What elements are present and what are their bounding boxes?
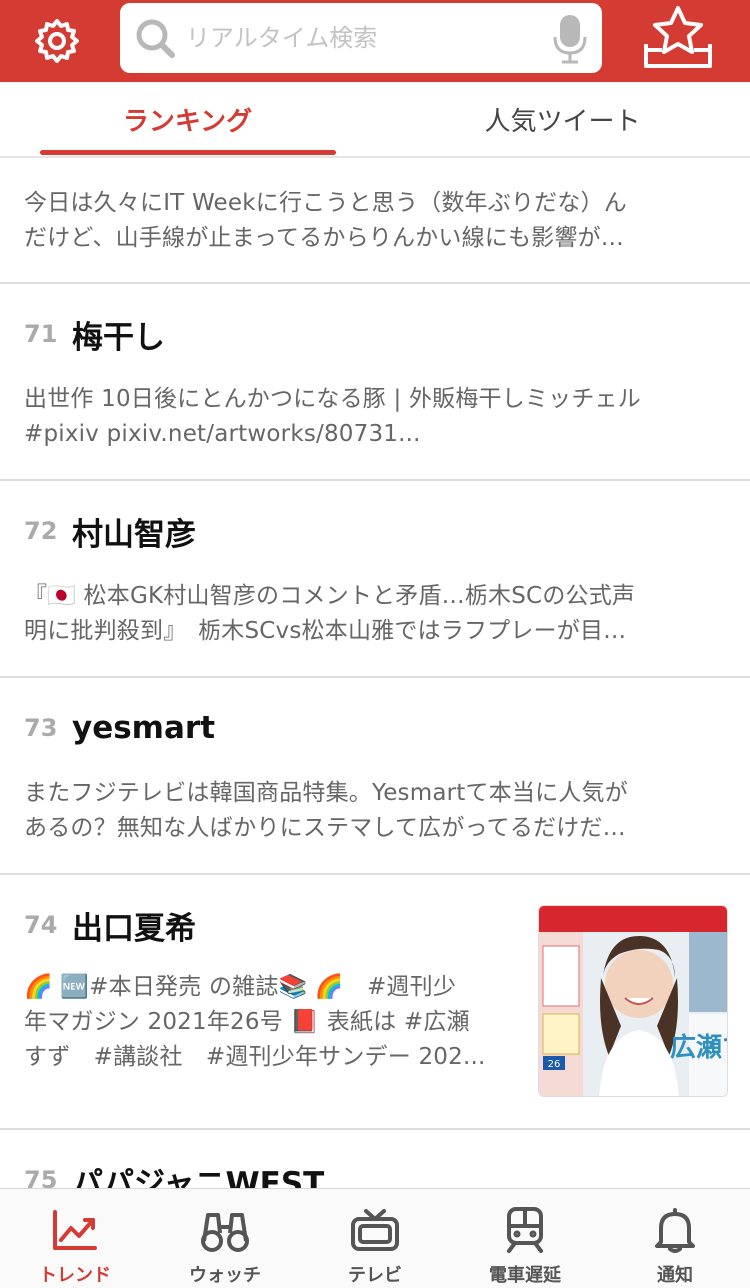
rank-number: 71 [24,320,58,348]
search-icon [136,19,175,58]
cover-text: 広瀬す [670,1032,728,1063]
rank-number: 73 [24,714,58,742]
tv-icon [349,1205,401,1255]
trend-header: 74 出口夏希 [24,901,196,949]
microphone-icon[interactable] [552,13,588,65]
trend-title: パパジャニWEST [72,1165,325,1189]
trend-header: 73 yesmart [24,704,215,752]
trend-title: 出口夏希 [72,910,196,947]
trend-header: 75 パパジャニWEST [24,1156,325,1189]
tweet-snippet-line: 年マガジン 2021年26号 📕 表紙は #広瀬 [24,1009,470,1035]
train-icon [499,1205,551,1255]
settings-button[interactable] [30,14,84,68]
rank-number: 74 [24,911,58,939]
header-bar [0,0,750,82]
active-tab-indicator [40,150,336,155]
tweet-snippet: 出世作 10日後にとんかつになる豚 | 外販梅干しミッチェル #pixiv pi… [24,382,724,452]
cover-number: 26 [548,1059,561,1070]
trend-header: 72 村山智彦 [24,507,196,555]
tweet-snippet-line: #pixiv pixiv.net/artworks/80731... [24,421,421,447]
trend-item[interactable]: 75 パパジャニWEST [0,1130,750,1189]
binoculars-icon [199,1205,251,1255]
bell-icon [649,1205,701,1255]
tweet-snippet-line: あるの？無知な人ばかりにステマして広がってるだけだ… [24,815,626,841]
trend-list: 今日は久々にIT Weekに行こうと思う（数年ぶりだな）ん だけど、山手線が止ま… [0,158,750,1188]
nav-watch[interactable]: ウォッチ [150,1189,300,1288]
tweet-snippet-line: すず #講談社 #週刊少年サンデー 202... [24,1044,486,1070]
nav-tv[interactable]: テレビ [300,1189,450,1288]
nav-label: 電車遅延 [489,1265,561,1286]
nav-train-delay[interactable]: 電車遅延 [450,1189,600,1288]
rank-number: 72 [24,517,58,545]
magazine-cover-thumbnail[interactable]: 広瀬す 26 [538,905,728,1097]
nav-label: テレビ [348,1265,402,1286]
trend-header: 71 梅干し [24,310,165,358]
tab-popular-tweets[interactable]: 人気ツイート [375,82,750,156]
tab-bar: ランキング 人気ツイート [0,82,750,158]
tweet-snippet-line: 今日は久々にIT Weekに行こうと思う（数年ぶりだな）ん [24,190,627,216]
nav-trend[interactable]: トレンド [0,1189,150,1288]
trend-item[interactable]: 73 yesmart またフジテレビは韓国商品特集。Yesmartて本当に人気が… [0,678,750,875]
trend-item[interactable]: 71 梅干し 出世作 10日後にとんかつになる豚 | 外販梅干しミッチェル #p… [0,284,750,481]
tweet-snippet: 『🇯🇵 松本GK村山智彦のコメントと矛盾…栃木SCの公式声 明に批判殺到』 栃木… [24,579,724,649]
tweet-snippet-line: 🌈 🆕#本日発売 の雑誌📚 🌈 #週刊少 [24,974,457,1000]
tweet-snippet-line: 出世作 10日後にとんかつになる豚 | 外販梅干しミッチェル [24,386,641,412]
trend-chart-icon [49,1205,101,1255]
tweet-snippet-line: 『🇯🇵 松本GK村山智彦のコメントと矛盾…栃木SCの公式声 [24,583,636,609]
rank-number: 75 [24,1166,58,1188]
star-tray-icon [644,6,712,68]
nav-label: ウォッチ [189,1265,261,1286]
bottom-navigation: トレンド ウォッチ テレビ 電車遅延 通知 [0,1188,750,1288]
trend-title: 村山智彦 [72,516,196,553]
saved-searches-button[interactable] [640,4,716,72]
gear-icon [35,19,79,63]
cover-illustration: 広瀬す 26 [539,906,728,1096]
search-input[interactable] [186,13,536,63]
trend-item[interactable]: 74 出口夏希 🌈 🆕#本日発売 の雑誌📚 🌈 #週刊少 年マガジン 2021年… [0,875,750,1130]
nav-notifications[interactable]: 通知 [600,1189,750,1288]
app-root: ランキング 人気ツイート 今日は久々にIT Weekに行こうと思う（数年ぶりだな… [0,0,750,1288]
nav-label: 通知 [657,1265,693,1286]
tweet-snippet: 🌈 🆕#本日発売 の雑誌📚 🌈 #週刊少 年マガジン 2021年26号 📕 表紙… [24,970,514,1075]
tweet-snippet: またフジテレビは韓国商品特集。Yesmartて本当に人気が あるの？無知な人ばか… [24,776,724,846]
search-box[interactable] [120,3,602,73]
tweet-snippet-line: だけど、山手線が止まってるからりんかい線にも影響が… [24,225,624,251]
trend-title: yesmart [72,710,216,746]
tweet-snippet-line: 明に批判殺到』 栃木SCvs松本山雅ではラフプレーが目… [24,618,627,644]
list-item[interactable]: 今日は久々にIT Weekに行こうと思う（数年ぶりだな）ん だけど、山手線が止ま… [0,158,750,284]
trend-title: 梅干し [72,319,165,356]
tab-ranking[interactable]: ランキング [0,82,375,156]
nav-label: トレンド [39,1265,111,1286]
tweet-snippet-line: またフジテレビは韓国商品特集。Yesmartて本当に人気が [24,780,628,806]
trend-item[interactable]: 72 村山智彦 『🇯🇵 松本GK村山智彦のコメントと矛盾…栃木SCの公式声 明に… [0,481,750,678]
